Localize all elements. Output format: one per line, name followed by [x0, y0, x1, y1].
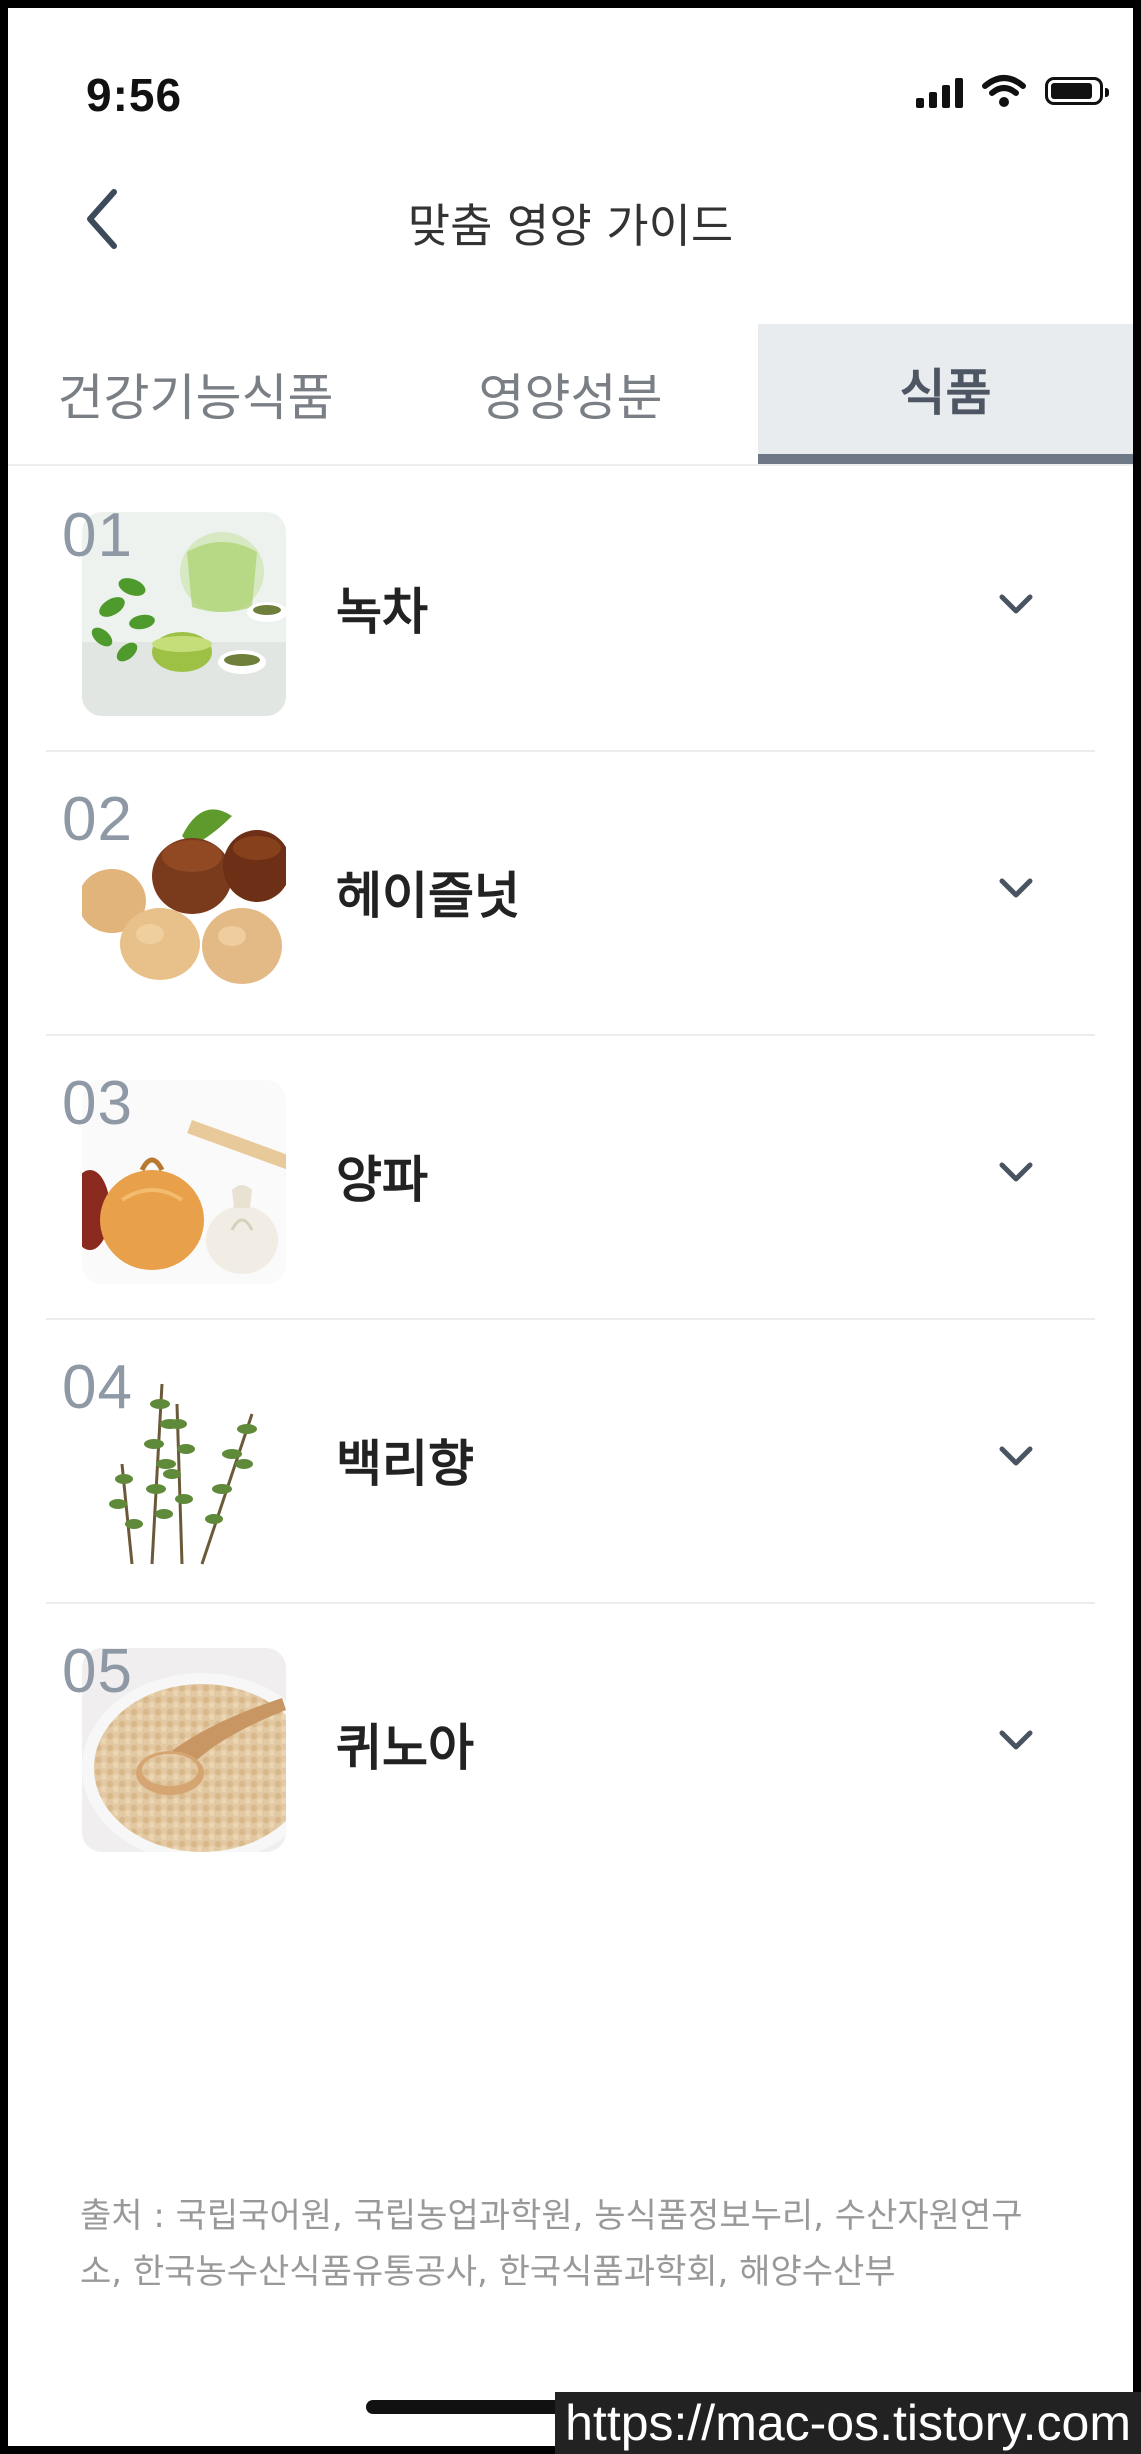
status-time: 9:56 [86, 69, 183, 121]
food-name: 헤이즐넛 [336, 867, 520, 925]
page-title: 맞춤 영양 가이드 [407, 199, 734, 253]
food-name: 퀴노아 [336, 1719, 474, 1777]
item-number: 02 [62, 785, 133, 854]
food-item-hazelnut[interactable]: 02 헤이즐넛 [8, 752, 1133, 1036]
status-icons [916, 74, 1109, 108]
tab-foods[interactable]: 식품 [758, 324, 1133, 464]
food-name: 양파 [336, 1151, 428, 1209]
chevron-down-icon[interactable] [992, 1148, 1040, 1196]
food-name: 백리향 [336, 1435, 474, 1493]
app-screen: 9:56 맞춤 영양 가이드 건강기능식품 영양성분 식품 01 녹차 02 헤… [8, 8, 1133, 2446]
food-item-onion[interactable]: 03 양파 [8, 1036, 1133, 1320]
item-number: 04 [62, 1353, 133, 1422]
source-note: 출처 : 국립국어원, 국립농업과학원, 농식품정보누리, 수산자원연구 소, … [80, 2188, 1070, 2300]
item-number: 03 [62, 1069, 133, 1138]
wifi-icon [982, 75, 1026, 107]
cellular-signal-icon [916, 74, 963, 108]
tab-nutrients[interactable]: 영양성분 [383, 324, 758, 464]
tab-divider [8, 464, 1133, 466]
watermark: https://mac-os.tistory.com [555, 2392, 1141, 2454]
item-number: 01 [62, 501, 133, 570]
food-item-green-tea[interactable]: 01 녹차 [8, 468, 1133, 752]
battery-icon [1045, 77, 1109, 105]
food-item-quinoa[interactable]: 05 퀴노아 [8, 1604, 1133, 1888]
source-line-1: 출처 : 국립국어원, 국립농업과학원, 농식품정보누리, 수산자원연구 [80, 2196, 1023, 2236]
source-line-2: 소, 한국농수산식품유통공사, 한국식품과학회, 해양수산부 [80, 2252, 896, 2292]
food-list: 01 녹차 02 헤이즐넛 03 양파 04 백리향 05 퀴노아 [8, 468, 1133, 1888]
chevron-down-icon[interactable] [992, 864, 1040, 912]
chevron-down-icon[interactable] [992, 1432, 1040, 1480]
food-name: 녹차 [336, 583, 428, 641]
chevron-down-icon[interactable] [992, 1716, 1040, 1764]
food-item-thyme[interactable]: 04 백리향 [8, 1320, 1133, 1604]
tab-bar: 건강기능식품 영양성분 식품 [8, 324, 1133, 464]
item-number: 05 [62, 1637, 133, 1706]
tab-health-supplements[interactable]: 건강기능식품 [8, 324, 383, 464]
chevron-down-icon[interactable] [992, 580, 1040, 628]
